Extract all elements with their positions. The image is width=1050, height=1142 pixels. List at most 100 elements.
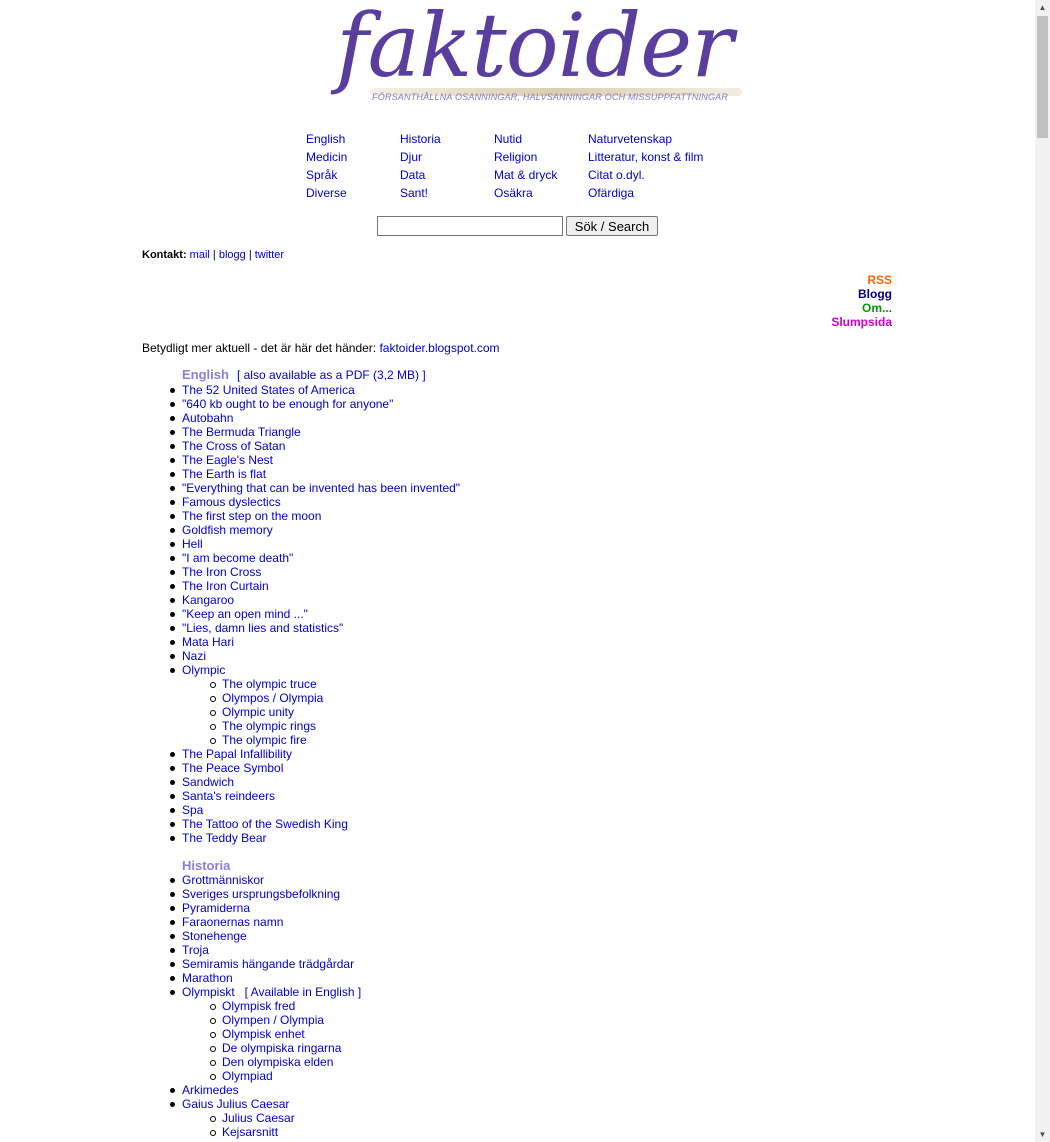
article-link[interactable]: Troja: [182, 943, 209, 957]
sub-article-link[interactable]: The olympic truce: [222, 677, 317, 691]
article-link[interactable]: Santa's reindeers: [182, 789, 275, 803]
list-item: Spa: [169, 803, 460, 817]
article-link[interactable]: "640 kb ought to be enough for anyone": [182, 397, 393, 411]
side-link-rss[interactable]: RSS: [831, 273, 892, 287]
article-link[interactable]: Grottmänniskor: [182, 873, 264, 887]
nav-link-mat-dryck[interactable]: Mat & dryck: [494, 168, 557, 182]
article-link[interactable]: The 52 United States of America: [182, 383, 355, 397]
article-link[interactable]: "Lies, damn lies and statistics": [182, 621, 343, 635]
mail-link[interactable]: mail: [190, 249, 210, 261]
nav-link-djur[interactable]: Djur: [400, 150, 422, 164]
article-link[interactable]: Gaius Julius Caesar: [182, 1097, 289, 1111]
article-link[interactable]: The Peace Symbol: [182, 761, 283, 775]
vertical-scrollbar[interactable]: ▲ ▼: [1035, 0, 1050, 1142]
article-link[interactable]: The Cross of Satan: [182, 439, 285, 453]
article-link[interactable]: Faraonernas namn: [182, 915, 283, 929]
sub-article-link[interactable]: Olympic unity: [222, 705, 294, 719]
contact-line: Kontakt: mail | blogg | twitter: [142, 249, 284, 261]
nav-link-språk[interactable]: Språk: [306, 168, 337, 182]
nav-link-religion[interactable]: Religion: [494, 150, 537, 164]
nav-link-naturvetenskap[interactable]: Naturvetenskap: [588, 132, 672, 146]
sub-article-link[interactable]: Olympisk enhet: [222, 1027, 305, 1041]
nav-link-nutid[interactable]: Nutid: [494, 132, 522, 146]
sub-article-link[interactable]: Olympos / Olympia: [222, 691, 323, 705]
article-link[interactable]: Spa: [182, 803, 203, 817]
sub-article-link[interactable]: Olympiad: [222, 1069, 273, 1083]
nav-link-historia[interactable]: Historia: [400, 132, 441, 146]
article-link[interactable]: Arkimedes: [182, 1083, 239, 1097]
side-link-blogg[interactable]: Blogg: [831, 287, 892, 301]
search-input[interactable]: [377, 216, 563, 236]
blog-note-link[interactable]: faktoider.blogspot.com: [379, 341, 499, 355]
article-link[interactable]: Sveriges ursprungsbefolkning: [182, 887, 340, 901]
section-english: English [ also available as a PDF (3,2 MB…: [169, 367, 460, 845]
sub-article-link[interactable]: Julius Caesar: [222, 1111, 295, 1125]
article-link[interactable]: The Iron Curtain: [182, 579, 269, 593]
article-link[interactable]: Sandwich: [182, 775, 234, 789]
contact-label: Kontakt:: [142, 249, 187, 261]
article-link[interactable]: Hell: [182, 537, 203, 551]
article-link[interactable]: Olympic: [182, 663, 225, 677]
logo-tagline: FÖRSANTHÅLLNA OSANNINGAR, HALVSANNINGAR …: [372, 92, 729, 102]
side-link-om[interactable]: Om...: [831, 301, 892, 315]
article-link[interactable]: Nazi: [182, 649, 206, 663]
article-link[interactable]: Pyramiderna: [182, 901, 250, 915]
article-link[interactable]: Stonehenge: [182, 929, 247, 943]
nav-link-english[interactable]: English: [306, 132, 345, 146]
article-link[interactable]: The Eagle's Nest: [182, 453, 273, 467]
nav-link-sant[interactable]: Sant!: [400, 186, 428, 200]
sub-article-link[interactable]: The olympic rings: [222, 719, 316, 733]
article-link[interactable]: "I am become death": [182, 551, 293, 565]
blogg-link[interactable]: blogg: [219, 249, 246, 261]
nav-link-data[interactable]: Data: [400, 168, 425, 182]
list-item: "Everything that can be invented has bee…: [169, 481, 460, 495]
sub-article-link[interactable]: The olympic fire: [222, 733, 307, 747]
side-links: RSS Blogg Om... Slumpsida: [831, 273, 892, 329]
article-link[interactable]: The Earth is flat: [182, 467, 266, 481]
scroll-down-arrow-icon[interactable]: ▼: [1035, 1127, 1050, 1142]
scroll-up-arrow-icon[interactable]: ▲: [1035, 0, 1050, 15]
article-link[interactable]: Mata Hari: [182, 635, 234, 649]
article-link[interactable]: Olympiskt: [182, 985, 235, 999]
sub-article-link[interactable]: De olympiska ringarna: [222, 1041, 341, 1055]
article-link[interactable]: Semiramis hängande trädgårdar: [182, 957, 354, 971]
nav-link-osäkra[interactable]: Osäkra: [494, 186, 533, 200]
logo-wordmark: faktoider: [336, 0, 733, 97]
twitter-link[interactable]: twitter: [255, 249, 284, 261]
article-link[interactable]: "Everything that can be invented has bee…: [182, 481, 460, 495]
nav-link-litteratur-konst-film[interactable]: Litteratur, konst & film: [588, 150, 703, 164]
list-item: Sandwich: [169, 775, 460, 789]
list-item: Olympiskt[ Available in English ] Olympis…: [169, 985, 362, 1083]
article-link[interactable]: Famous dyslectics: [182, 495, 281, 509]
article-link[interactable]: Goldfish memory: [182, 523, 273, 537]
nav-link-diverse[interactable]: Diverse: [306, 186, 347, 200]
sub-article-link[interactable]: Kejsarsnitt: [222, 1125, 278, 1139]
article-link[interactable]: Kangaroo: [182, 593, 234, 607]
article-link[interactable]: "Keep an open mind ...": [182, 607, 308, 621]
english-version-link[interactable]: [ Available in English ]: [245, 985, 362, 999]
article-link[interactable]: Autobahn: [182, 411, 233, 425]
sub-article-link[interactable]: Olympisk fred: [222, 999, 295, 1013]
article-link[interactable]: Marathon: [182, 971, 233, 985]
side-link-slumpsida[interactable]: Slumpsida: [831, 315, 892, 329]
section-title-text: English: [182, 367, 229, 382]
section-historia: Historia Grottmänniskor Sveriges ursprungs…: [169, 858, 362, 1139]
list-item: Mata Hari: [169, 635, 460, 649]
scrollbar-thumb[interactable]: [1037, 16, 1048, 138]
nav-link-medicin[interactable]: Medicin: [306, 150, 347, 164]
article-link[interactable]: The Papal Infallibility: [182, 747, 292, 761]
separator: |: [248, 249, 252, 261]
site-logo[interactable]: faktoider FÖRSANTHÅLLNA OSANNINGAR, HALV…: [330, 2, 750, 120]
article-link[interactable]: The Tattoo of the Swedish King: [182, 817, 348, 831]
search-button[interactable]: Sök / Search: [566, 216, 658, 236]
pdf-link[interactable]: [ also available as a PDF (3,2 MB) ]: [237, 368, 426, 382]
article-link[interactable]: The Bermuda Triangle: [182, 425, 301, 439]
article-link[interactable]: The first step on the moon: [182, 509, 321, 523]
sub-article-link[interactable]: Olympen / Olympia: [222, 1013, 324, 1027]
nav-link-citat-o-dyl[interactable]: Citat o.dyl.: [588, 168, 645, 182]
nav-link-ofärdiga[interactable]: Ofärdiga: [588, 186, 634, 200]
list-item: The first step on the moon: [169, 509, 460, 523]
sub-article-link[interactable]: Den olympiska elden: [222, 1055, 333, 1069]
article-link[interactable]: The Iron Cross: [182, 565, 261, 579]
article-link[interactable]: The Teddy Bear: [182, 831, 267, 845]
